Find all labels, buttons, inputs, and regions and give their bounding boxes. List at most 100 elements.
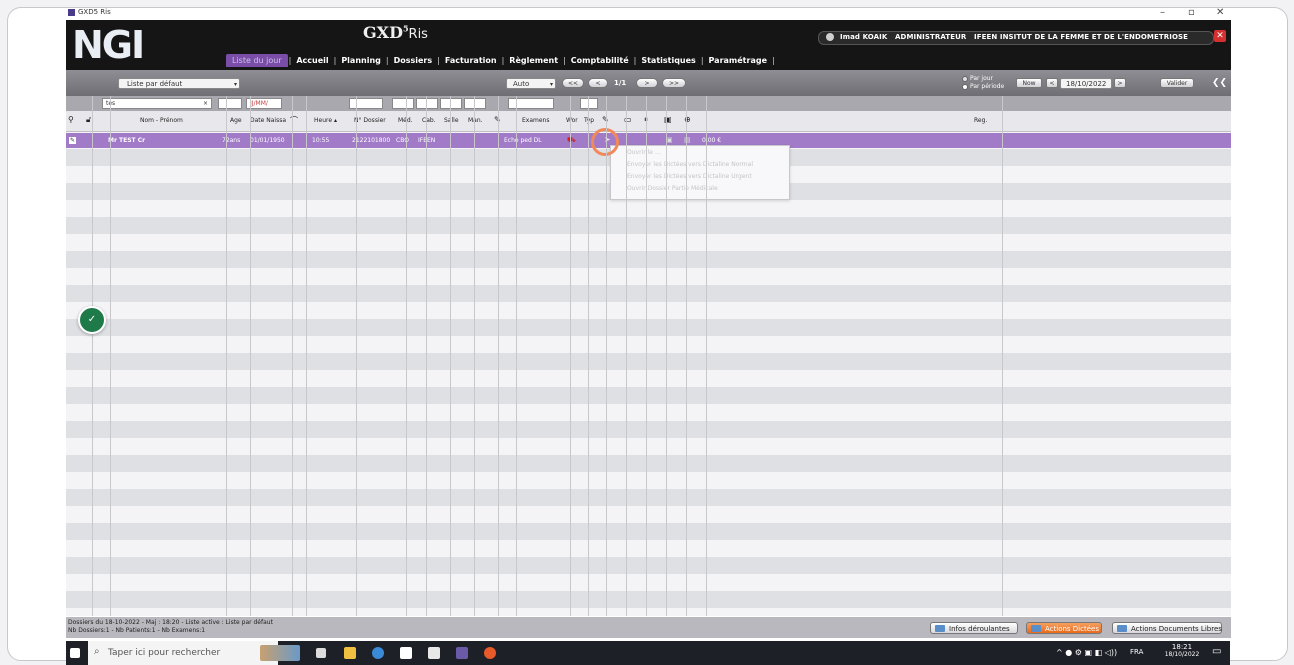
menu-comptabilite[interactable]: Comptabilité — [567, 56, 633, 65]
infos-deroulantes-button[interactable]: Infos déroulantes — [930, 622, 1018, 634]
nav-prev-button[interactable]: < — [588, 78, 608, 88]
radio-par-jour[interactable] — [962, 76, 968, 82]
column-separator — [226, 96, 227, 616]
tray-icons[interactable]: ^ ● ⚙ ▣ ◧ ◁)) — [1056, 648, 1117, 657]
column-separator — [606, 96, 607, 616]
menu-liste-du-jour[interactable]: Liste du jour — [226, 53, 288, 67]
column-separator — [426, 96, 427, 616]
menu-planning[interactable]: Planning — [337, 56, 385, 65]
language-indicator[interactable]: FRA — [1130, 648, 1143, 656]
column-separator — [110, 96, 111, 616]
col-dob[interactable]: Date Naissa — [250, 117, 286, 124]
toolbar: Liste par défaut ▾ Auto ▾ << < 1/1 > >> Pa… — [66, 70, 1231, 96]
menu-item-open[interactable]: Ouvrir le … — [627, 149, 661, 156]
col-reg[interactable]: Reg. — [974, 117, 987, 124]
filter-row: tes× JJ/MM/ — [66, 96, 1231, 111]
grid-stripe — [66, 302, 1231, 319]
col-age[interactable]: Age — [230, 117, 242, 124]
name-filter-input[interactable]: tes× — [102, 98, 212, 109]
money-icon: ⊕ — [684, 115, 691, 124]
column-separator — [686, 96, 687, 616]
menu-statistiques[interactable]: Statistiques — [637, 56, 700, 65]
menu-facturation[interactable]: Facturation — [441, 56, 501, 65]
date-prev-button[interactable]: < — [1046, 78, 1058, 88]
grid-stripe — [66, 353, 1231, 370]
menu-parametrage[interactable]: Paramétrage — [705, 56, 771, 65]
actions-documents-libres-button[interactable]: Actions Documents Libres — [1112, 622, 1222, 634]
col-heure[interactable]: Heure ▴ — [314, 117, 337, 124]
file-filter-input[interactable] — [349, 98, 383, 109]
column-separator — [626, 96, 627, 616]
validate-button[interactable]: Valider — [1160, 78, 1194, 88]
salle-filter-input[interactable] — [440, 98, 462, 109]
grid-stripe — [66, 421, 1231, 438]
list-select[interactable]: Liste par défaut ▾ — [118, 78, 240, 89]
grid-stripe — [66, 438, 1231, 455]
column-separator — [306, 96, 307, 616]
taskbar: ⌕ Taper ici pour rechercher ^ ● ⚙ ▣ ◧ ◁)… — [66, 641, 1230, 665]
col-typ[interactable]: Typ — [584, 117, 594, 124]
menu-item-medical-file[interactable]: Ouvrir Dossier Partie Médicale — [627, 185, 718, 192]
edit-row-icon[interactable]: ✎ — [69, 137, 76, 144]
column-separator — [570, 96, 571, 616]
file-explorer-icon[interactable] — [344, 647, 356, 659]
actions-dictees-button[interactable]: Actions Dictées — [1026, 622, 1102, 634]
maximize-button[interactable]: ▫ — [1188, 7, 1195, 18]
col-nom[interactable]: Nom - Prénom — [140, 117, 183, 124]
column-separator — [474, 96, 475, 616]
news-widget-icon[interactable] — [260, 645, 300, 661]
date-input[interactable]: 18/10/2022 — [1060, 78, 1112, 89]
age-filter-input[interactable] — [218, 98, 242, 109]
mode-select[interactable]: Auto ▾ — [506, 78, 556, 89]
dob-filter-input[interactable]: JJ/MM/ — [246, 98, 282, 109]
radio-par-periode[interactable] — [962, 84, 968, 90]
col-wor[interactable]: Wor — [566, 117, 578, 124]
menu-dossiers[interactable]: Dossiers — [390, 56, 437, 65]
chrome-icon[interactable] — [372, 647, 384, 659]
exam-filter-input[interactable] — [508, 98, 554, 109]
type-filter-input[interactable] — [580, 98, 598, 109]
col-examens[interactable]: Examens — [522, 117, 549, 124]
col-cab[interactable]: Cab. — [422, 117, 436, 124]
col-man[interactable]: Man. — [468, 117, 483, 124]
close-session-button[interactable]: ✕ — [1214, 30, 1226, 42]
now-button[interactable]: Now — [1016, 78, 1042, 88]
menu-accueil[interactable]: Accueil — [292, 56, 332, 65]
grid-stripe — [66, 523, 1231, 540]
taskbar-search[interactable]: ⌕ Taper ici pour rechercher — [88, 641, 278, 665]
column-separator — [516, 96, 517, 616]
money-cell-icon[interactable]: ▤ — [684, 136, 691, 144]
user-icon — [826, 33, 834, 41]
doc-filter-input[interactable] — [392, 98, 414, 109]
store-icon[interactable] — [400, 647, 412, 659]
sort-icon[interactable]: ⚲ — [68, 115, 74, 124]
man-filter-input[interactable] — [464, 98, 486, 109]
grid-stripe — [66, 251, 1231, 268]
windows-start-icon[interactable] — [70, 648, 80, 658]
nav-next-button[interactable]: > — [636, 78, 658, 88]
gxd-app-icon[interactable] — [456, 647, 468, 659]
check-icon[interactable]: ✓ — [78, 306, 106, 334]
orange-app-icon[interactable] — [484, 647, 496, 659]
notification-icon[interactable]: ▭ — [1212, 646, 1221, 657]
collapse-panel-button[interactable]: ❮❮ — [1212, 78, 1227, 88]
date-next-button[interactable]: > — [1114, 78, 1126, 88]
task-view-icon[interactable] — [316, 648, 326, 658]
col-salle[interactable]: Salle — [444, 117, 459, 124]
mail-icon[interactable] — [428, 647, 440, 659]
nav-last-button[interactable]: >> — [662, 78, 686, 88]
worklist-icon[interactable]: ⛟ — [567, 136, 576, 145]
column-separator — [356, 96, 357, 616]
col-dossier[interactable]: N° Dossier — [354, 117, 386, 124]
grid-stripe — [66, 455, 1231, 472]
status-bar: Dossiers du 18-10-2022 - Maj : 18:20 - L… — [66, 617, 1231, 638]
row-dob: 01/01/1950 — [250, 137, 285, 144]
cab-filter-input[interactable] — [416, 98, 438, 109]
column-separator — [706, 96, 707, 616]
clock[interactable]: 18:21 18/10/2022 — [1160, 643, 1204, 658]
menu-reglement[interactable]: Règlement — [505, 56, 562, 65]
minimize-button[interactable]: – — [1160, 7, 1165, 18]
close-window-button[interactable]: ✕ — [1216, 7, 1224, 18]
taskbar-search-placeholder: Taper ici pour rechercher — [108, 648, 221, 658]
nav-first-button[interactable]: << — [562, 78, 584, 88]
